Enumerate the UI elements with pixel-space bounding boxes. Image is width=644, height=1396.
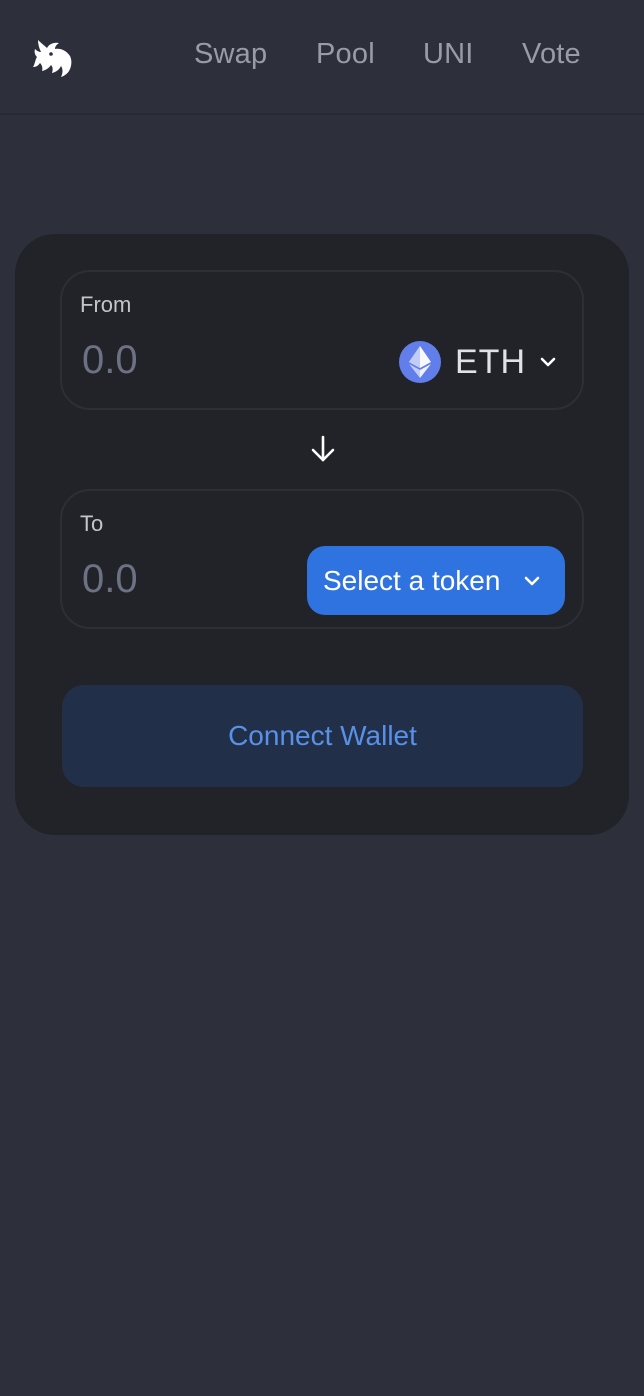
swap-card: From ETH To Select a token	[15, 234, 629, 835]
nav-uni[interactable]: UNI	[423, 38, 474, 71]
chevron-down-icon	[525, 576, 540, 585]
connect-wallet-label: Connect Wallet	[228, 720, 417, 751]
uniswap-unicorn-icon[interactable]	[30, 36, 74, 80]
from-token-selector[interactable]: ETH	[399, 338, 558, 386]
nav-swap[interactable]: Swap	[194, 38, 267, 71]
from-token-symbol: ETH	[455, 342, 526, 381]
eth-icon	[399, 341, 441, 383]
chevron-down-icon	[540, 357, 556, 367]
nav-pool[interactable]: Pool	[316, 38, 375, 71]
nav-vote[interactable]: Vote	[522, 38, 581, 71]
select-token-button[interactable]: Select a token	[307, 546, 565, 615]
top-navigation-bar: Swap Pool UNI Vote	[0, 0, 644, 115]
to-amount-input[interactable]	[82, 557, 282, 602]
from-panel: From ETH	[60, 270, 584, 410]
from-label: From	[80, 292, 132, 317]
select-token-label: Select a token	[323, 564, 501, 596]
to-panel: To Select a token	[60, 489, 584, 629]
connect-wallet-button[interactable]: Connect Wallet	[62, 685, 583, 787]
arrow-down-icon[interactable]	[308, 434, 338, 464]
to-label: To	[80, 511, 104, 536]
from-amount-input[interactable]	[82, 338, 282, 383]
